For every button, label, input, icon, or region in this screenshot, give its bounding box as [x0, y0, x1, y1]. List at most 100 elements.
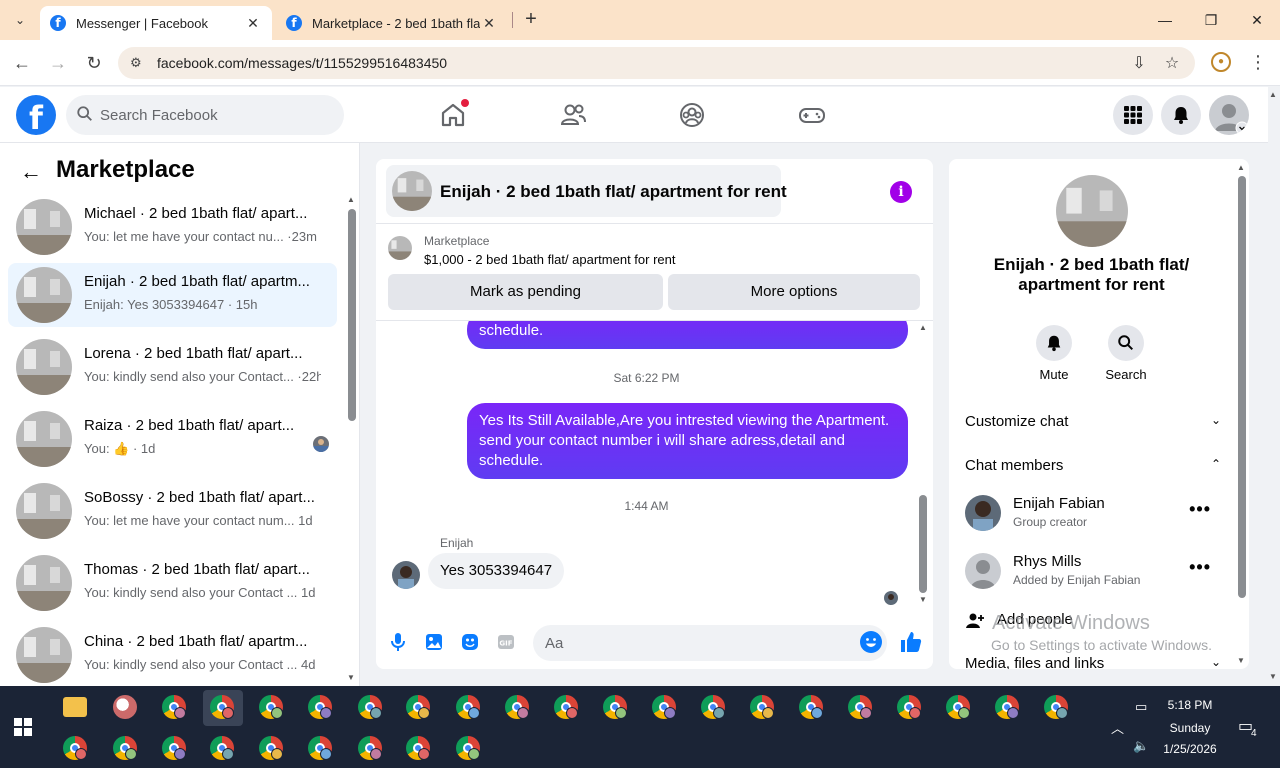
microphone-icon[interactable] [387, 631, 409, 653]
menu-grid-button[interactable] [1113, 95, 1153, 135]
chat-scrollbar[interactable] [919, 495, 927, 593]
media-files-section[interactable]: Media, files and links ⌄ [965, 655, 1221, 669]
chrome-profile-icon[interactable] [308, 736, 332, 760]
tab-marketplace[interactable]: f Marketplace - 2 bed 1bath flat/ ✕ [276, 6, 508, 40]
sticker-icon[interactable] [459, 631, 481, 653]
network-icon[interactable]: ▭ [1135, 699, 1147, 715]
conversation-item[interactable]: SoBossy · 2 bed 1bath flat/ apart... You… [8, 479, 337, 543]
message-input[interactable] [533, 625, 887, 661]
chrome-profile-icon[interactable] [897, 695, 921, 719]
chrome-profile-icon[interactable] [799, 695, 823, 719]
close-window-icon[interactable]: ✕ [1242, 8, 1272, 32]
chat-member-item[interactable]: Rhys Mills Added by Enijah Fabian ••• [965, 551, 1221, 595]
minimize-icon[interactable]: — [1150, 8, 1180, 32]
scroll-down-arrow-icon[interactable]: ▼ [347, 673, 355, 682]
clock-date[interactable]: 1/25/2026 [1150, 742, 1230, 756]
chrome-profile-icon[interactable] [210, 695, 234, 719]
account-avatar[interactable] [1209, 95, 1249, 135]
chrome-profile-icon[interactable] [162, 695, 186, 719]
reload-icon[interactable]: ↻ [82, 51, 106, 75]
scroll-up-arrow-icon[interactable]: ▲ [347, 195, 355, 204]
more-icon[interactable]: ••• [1189, 499, 1211, 520]
chrome-profile-icon[interactable] [406, 695, 430, 719]
file-explorer-icon[interactable] [63, 697, 87, 717]
outgoing-message[interactable]: Yes Its Still Available,Are you intreste… [467, 403, 908, 479]
tab-close-icon[interactable]: ✕ [480, 15, 498, 32]
chrome-profile-icon[interactable] [456, 695, 480, 719]
tab-list-icon[interactable]: ⌄ [8, 8, 32, 32]
browser-profile-icon[interactable]: ● [1211, 52, 1231, 72]
chrome-profile-icon[interactable] [505, 695, 529, 719]
chrome-profile-icon[interactable] [259, 736, 283, 760]
chrome-profile-icon[interactable] [113, 736, 137, 760]
gif-icon[interactable]: GIF [495, 631, 517, 653]
show-hidden-icons[interactable]: ︿ [1111, 718, 1124, 737]
conversation-item[interactable]: China · 2 bed 1bath flat/ apartm... You:… [8, 623, 337, 686]
details-scrollbar[interactable] [1238, 176, 1246, 598]
chrome-profile-icon[interactable] [358, 695, 382, 719]
windows-start-icon[interactable] [14, 718, 32, 736]
conversation-item[interactable]: Lorena · 2 bed 1bath flat/ apart... You:… [8, 335, 337, 399]
customize-chat-section[interactable]: Customize chat ⌄ [965, 413, 1221, 430]
scroll-down-arrow-icon[interactable]: ▼ [919, 595, 927, 604]
search-input[interactable] [100, 95, 330, 135]
chrome-profile-icon[interactable] [1044, 695, 1068, 719]
new-tab-icon[interactable]: + [520, 8, 542, 30]
scroll-up-arrow-icon[interactable]: ▲ [919, 323, 927, 332]
chrome-profile-icon[interactable] [701, 695, 725, 719]
mark-pending-button[interactable]: Mark as pending [388, 274, 663, 310]
back-arrow-icon[interactable]: ← [20, 161, 44, 185]
groups-icon[interactable] [676, 99, 708, 131]
sender-avatar[interactable] [392, 561, 420, 589]
clock-day[interactable]: Sunday [1150, 721, 1230, 735]
clock-time[interactable]: 5:18 PM [1150, 698, 1230, 712]
tab-close-icon[interactable]: ✕ [244, 15, 262, 32]
chrome-profile-icon[interactable] [358, 736, 382, 760]
scroll-up-arrow-icon[interactable]: ▲ [1269, 90, 1277, 99]
chrome-profile-icon[interactable] [308, 695, 332, 719]
chrome-profile-icon[interactable] [259, 695, 283, 719]
url-text[interactable]: facebook.com/messages/t/1155299516483450 [157, 55, 447, 71]
outgoing-message[interactable]: schedule. [467, 321, 908, 349]
more-icon[interactable]: ••• [1189, 557, 1211, 578]
chrome-profile-icon[interactable] [554, 695, 578, 719]
search-chat-button[interactable]: Search [1096, 325, 1156, 382]
bookmark-star-icon[interactable]: ☆ [1161, 53, 1183, 75]
site-info-icon[interactable]: ⚙ [130, 55, 146, 71]
restore-icon[interactable]: ❐ [1196, 8, 1226, 32]
sidebar-scrollbar[interactable] [348, 209, 356, 421]
emoji-icon[interactable] [860, 631, 882, 653]
chrome-profile-icon[interactable] [848, 695, 872, 719]
chrome-profile-icon[interactable] [210, 736, 234, 760]
chrome-profile-icon[interactable] [995, 695, 1019, 719]
info-icon[interactable]: i [890, 181, 912, 203]
browser-menu-icon[interactable]: ⋮ [1248, 50, 1268, 74]
forward-arrow-icon[interactable]: → [46, 51, 70, 75]
scroll-down-arrow-icon[interactable]: ▼ [1269, 672, 1277, 681]
chrome-profile-icon[interactable] [63, 736, 87, 760]
scroll-down-arrow-icon[interactable]: ▼ [1237, 656, 1245, 665]
friends-icon[interactable] [557, 99, 589, 131]
chrome-profile-icon[interactable] [406, 736, 430, 760]
incoming-message[interactable]: Yes 3053394647 [428, 553, 565, 589]
mute-button[interactable]: Mute [1024, 325, 1084, 382]
conversation-item[interactable]: Thomas · 2 bed 1bath flat/ apart... You:… [8, 551, 337, 615]
install-app-icon[interactable]: ⇩ [1128, 53, 1150, 75]
thumbs-up-icon[interactable] [898, 629, 924, 655]
chat-members-section[interactable]: Chat members ⌃ [965, 457, 1221, 474]
photo-icon[interactable] [423, 631, 445, 653]
more-options-button[interactable]: More options [668, 274, 920, 310]
chrome-profile-icon[interactable] [456, 736, 480, 760]
facebook-logo-icon[interactable]: f [16, 95, 56, 135]
omnibox[interactable]: ⚙ facebook.com/messages/t/11552995164834… [118, 47, 1195, 79]
chrome-profile-icon[interactable] [603, 695, 627, 719]
scroll-up-arrow-icon[interactable]: ▲ [1237, 163, 1245, 172]
paint-app-icon[interactable] [113, 695, 137, 719]
gaming-icon[interactable] [796, 99, 828, 131]
chrome-profile-icon[interactable] [162, 736, 186, 760]
conversation-item[interactable]: Raiza · 2 bed 1bath flat/ apart... You: … [8, 407, 337, 471]
volume-icon[interactable]: 🔈 [1133, 738, 1149, 754]
chat-member-item[interactable]: Enijah Fabian Group creator ••• [965, 493, 1221, 537]
chrome-profile-icon[interactable] [652, 695, 676, 719]
tab-messenger[interactable]: f Messenger | Facebook ✕ [40, 6, 272, 40]
